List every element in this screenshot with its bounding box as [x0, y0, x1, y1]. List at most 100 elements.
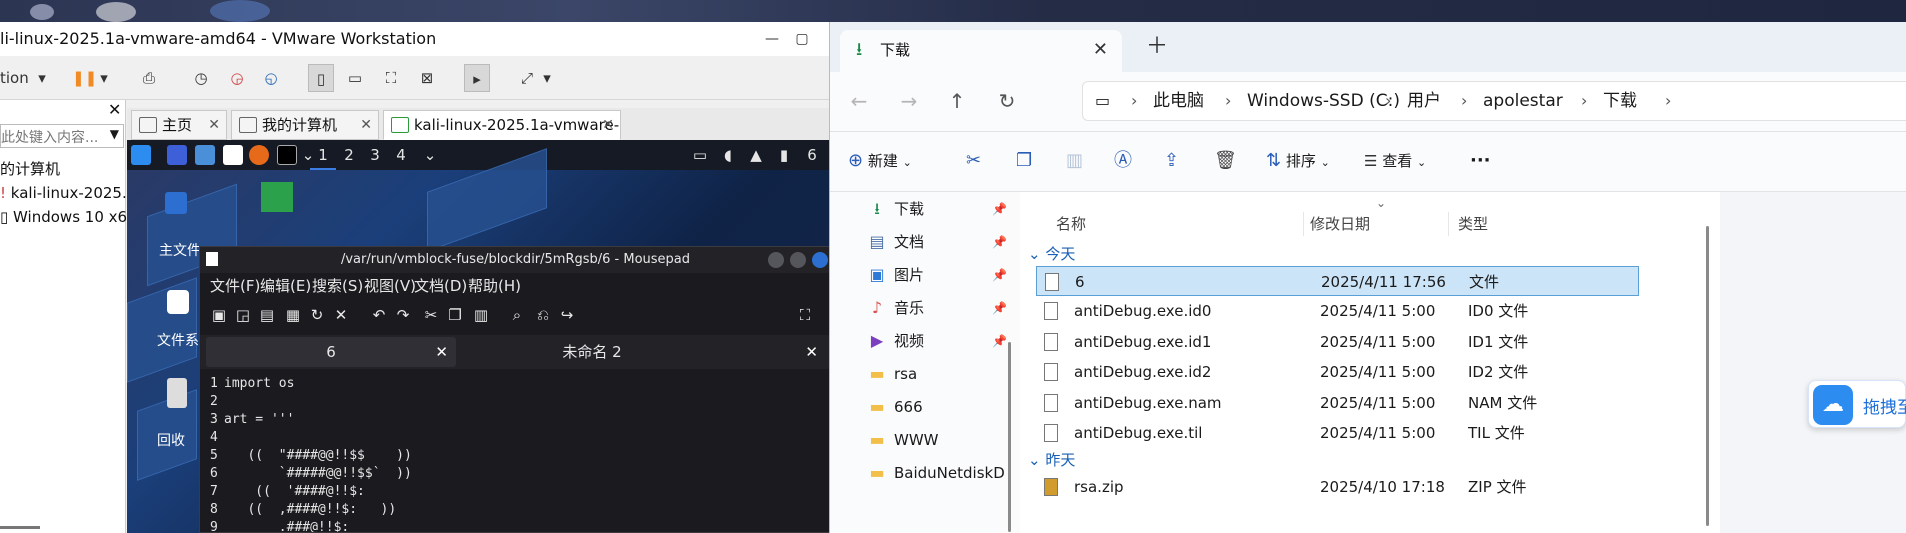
open-file-icon[interactable]: ▤	[258, 305, 276, 325]
trash-icon[interactable]	[167, 378, 187, 408]
notification-icon[interactable]: ▲	[743, 140, 769, 170]
pin-icon[interactable]: 📌	[992, 293, 1007, 323]
minimize-icon[interactable]: —	[757, 22, 787, 56]
workspace-4[interactable]: 4	[388, 140, 414, 170]
baidu-netdisk-float[interactable]: ☁ 拖拽至	[1808, 380, 1906, 428]
chevron-down-icon[interactable]: ⌄	[417, 140, 443, 170]
menu-edit[interactable]: 编辑(E)	[260, 273, 311, 299]
terminal-icon[interactable]	[277, 145, 297, 165]
file-row[interactable]: antiDebug.exe.til 2025/4/11 5:00 TIL 文件	[1036, 418, 1639, 448]
firefox-icon[interactable]	[249, 145, 269, 165]
column-type[interactable]: 类型	[1458, 212, 1488, 236]
code-line[interactable]: 5 (( "####@@!!$$ ))	[210, 447, 412, 465]
send-keys-icon[interactable]: ⎙	[136, 64, 162, 92]
desktop-label[interactable]: 回收	[157, 430, 185, 450]
close-icon[interactable]: ✕	[435, 337, 448, 367]
minimize-icon[interactable]	[768, 252, 784, 268]
sort-button[interactable]: ⇅ 排序 ⌄	[1266, 146, 1330, 176]
close-icon[interactable]: ✕	[805, 337, 818, 367]
file-row[interactable]: antiDebug.exe.id1 2025/4/11 5:00 ID1 文件	[1036, 327, 1639, 357]
display-icon[interactable]: ▭	[687, 140, 713, 170]
code-line[interactable]: 2	[210, 393, 224, 411]
close-icon[interactable]: ✕	[332, 305, 350, 325]
chevron-right-icon[interactable]: ›	[1461, 82, 1467, 120]
nav-item[interactable]: ▤ 文档 📌	[866, 227, 1007, 257]
home-folder-icon[interactable]	[165, 192, 187, 214]
pause-icon[interactable]: ❚❚	[72, 64, 97, 92]
chevron-down-icon[interactable]: ▾	[540, 64, 554, 92]
text-editor-icon[interactable]	[223, 145, 243, 165]
sidebar-scrollbar[interactable]	[0, 526, 40, 529]
code-line[interactable]: 9 .###@!!$:	[210, 519, 349, 532]
nav-item[interactable]: ▬ BaiduNetdiskD	[866, 458, 1004, 488]
breadcrumb-item[interactable]: 此电脑	[1153, 82, 1204, 120]
save-icon[interactable]: ▦	[284, 305, 302, 325]
nav-item[interactable]: ▬ 666	[866, 392, 996, 422]
breadcrumb-item[interactable]: Windows-SSD (C:)	[1247, 82, 1400, 120]
pin-icon[interactable]: 📌	[992, 260, 1007, 290]
text-editor-area[interactable]: 1 import os 2 3 art = ''' 4 5 (( "####@@!!$$ )…	[200, 375, 829, 532]
mousepad-titlebar[interactable]: /var/run/vmblock-fuse/blockdir/5mRgsb/6 …	[200, 247, 829, 273]
nav-item[interactable]: ♪ 音乐 📌	[866, 293, 1007, 323]
code-line[interactable]: 8 (( ,####@!!$: ))	[210, 501, 396, 519]
workspace-3[interactable]: 3	[362, 140, 388, 170]
nav-item[interactable]: ▬ rsa	[866, 359, 996, 389]
reload-icon[interactable]: ↻	[308, 305, 326, 325]
nav-item[interactable]: ▣ 图片 📌	[866, 260, 1007, 290]
search-icon[interactable]: ⌕	[508, 305, 526, 325]
sidebar-toggle-icon[interactable]: ▯	[308, 64, 334, 92]
close-icon[interactable]: ✕	[1093, 30, 1108, 70]
chevron-down-icon[interactable]: ▼	[110, 127, 119, 141]
maximize-icon[interactable]: ▢	[787, 22, 817, 56]
code-line[interactable]: 3 art = '''	[210, 411, 294, 429]
close-icon[interactable]: ✕	[360, 111, 372, 139]
code-line[interactable]: 6 `#####@@!!$$` ))	[210, 465, 412, 483]
desktop-label[interactable]: 文件系	[157, 330, 199, 350]
column-divider[interactable]	[1303, 212, 1304, 236]
green-icon[interactable]	[261, 182, 293, 212]
forward-icon[interactable]: →	[894, 86, 924, 116]
breadcrumb-item[interactable]: apolestar	[1483, 82, 1563, 120]
group-header[interactable]: ⌄ 今天	[1028, 242, 1075, 266]
close-icon[interactable]: ✕	[108, 100, 121, 119]
show-desktop-icon[interactable]	[167, 145, 187, 165]
volume-icon[interactable]: ◖	[715, 140, 741, 170]
group-header[interactable]: ⌄ 昨天	[1028, 448, 1075, 472]
menu-help[interactable]: 帮助(H)	[468, 273, 521, 299]
desktop-label[interactable]: 主文件	[159, 240, 201, 260]
snapshot-icon[interactable]: ◷	[188, 64, 214, 92]
rename-icon[interactable]: Ⓐ	[1114, 146, 1132, 176]
paste-icon[interactable]: ▥	[1066, 146, 1083, 176]
file-manager-icon[interactable]	[195, 145, 215, 165]
clock-partial[interactable]: 6	[799, 140, 825, 170]
chevron-right-icon[interactable]: ›	[1225, 82, 1231, 120]
workspace-1[interactable]: 1	[310, 140, 336, 170]
nav-item[interactable]: ▬ WWW	[866, 425, 996, 455]
file-row[interactable]: 6 2025/4/11 17:56 文件	[1036, 266, 1639, 296]
chevron-down-icon[interactable]: ▾	[36, 64, 48, 92]
column-name[interactable]: 名称	[1056, 212, 1086, 236]
workspace-2[interactable]: 2	[336, 140, 362, 170]
filesystem-icon[interactable]	[167, 290, 189, 314]
battery-icon[interactable]: ▮	[771, 140, 797, 170]
new-button[interactable]: ⊕ 新建 ⌄	[848, 146, 912, 176]
chevron-right-icon[interactable]: ›	[1581, 82, 1587, 120]
refresh-icon[interactable]: ↻	[992, 86, 1022, 116]
library-search-input[interactable]: 此处键入内容... ▼	[0, 124, 124, 148]
share-icon[interactable]: ⇪	[1164, 146, 1179, 176]
file-row[interactable]: antiDebug.exe.id2 2025/4/11 5:00 ID2 文件	[1036, 357, 1639, 387]
back-icon[interactable]: ←	[844, 86, 874, 116]
pin-icon[interactable]: 📌	[992, 326, 1007, 356]
more-button[interactable]: ···	[1470, 146, 1491, 176]
chevron-right-icon[interactable]: ›	[1385, 82, 1391, 120]
code-line[interactable]: 4	[210, 429, 224, 447]
chevron-down-icon[interactable]: ▾	[98, 64, 110, 92]
delete-icon[interactable]: 🗑	[1214, 146, 1237, 176]
tab-home[interactable]: 主页 ✕	[131, 110, 227, 140]
column-date[interactable]: 修改日期	[1310, 212, 1370, 236]
tab-kali-vm[interactable]: kali-linux-2025.1a-vmware-... ✕	[383, 110, 621, 140]
menu-search[interactable]: 搜索(S)	[312, 273, 363, 299]
new-file-icon[interactable]: ▣	[210, 305, 228, 325]
copy-icon[interactable]: ❐	[446, 305, 464, 325]
file-row[interactable]: antiDebug.exe.nam 2025/4/11 5:00 NAM 文件	[1036, 388, 1639, 418]
